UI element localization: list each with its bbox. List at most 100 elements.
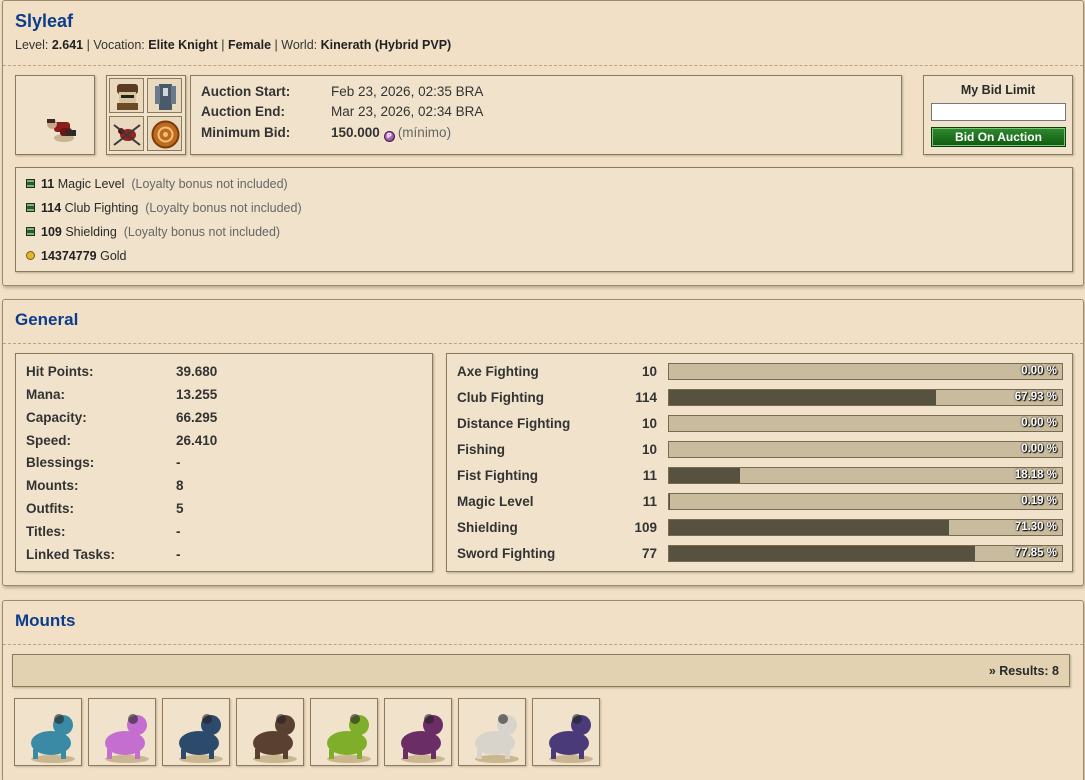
results-count: » Results: 8 [988, 664, 1059, 678]
skill-progress-bar: 0.00 % [668, 441, 1063, 458]
mount-tile[interactable] [236, 698, 304, 766]
skill-name: Axe Fighting [457, 364, 539, 379]
character-level: 2.641 [51, 38, 84, 52]
skill-percent: 77.85 % [1014, 547, 1057, 559]
skill-progress-bar: 71.30 % [668, 519, 1063, 536]
displayed-items [106, 75, 186, 155]
skill-progress-bar: 0.19 % [668, 493, 1063, 510]
skill-percent: 0.00 % [1021, 443, 1057, 455]
skill-row: Club Fighting 114 67.93 % [457, 388, 1063, 408]
item-slot-armor[interactable] [147, 78, 182, 113]
skill-percent: 0.00 % [1021, 417, 1057, 429]
tibia-coin-icon: P [383, 131, 395, 142]
stat-row: Speed: 26.410 [26, 433, 218, 448]
spider-item-icon [113, 124, 141, 146]
mount-tile[interactable] [162, 698, 230, 766]
skill-percent: 18.18 % [1014, 469, 1057, 481]
skill-level: 11 [642, 468, 657, 483]
minimum-bid-note: (mínimo) [397, 125, 452, 140]
item-slot-amulet[interactable] [147, 116, 182, 151]
skill-level: 109 [634, 520, 657, 535]
auction-details: Auction Start: Feb 23, 2026, 02:35 BRA Au… [190, 75, 902, 155]
general-panel: General Hit Points: 39.680 Mana: 13.255 Ca… [2, 299, 1084, 586]
stat-row: Mana: 13.255 [26, 387, 218, 402]
character-info: Level: 2.641 | Vocation: Elite Knight | … [15, 38, 452, 52]
skill-level: 114 [635, 390, 657, 405]
mount-tile[interactable] [14, 698, 82, 766]
character-name[interactable]: Slyleaf [15, 11, 73, 32]
bid-panel: My Bid Limit Bid On Auction [923, 75, 1073, 155]
mount-tile[interactable] [458, 698, 526, 766]
beetle-mount-icon [179, 714, 223, 763]
armor-item-icon [155, 84, 176, 110]
dark-wraith-mount-icon [401, 714, 445, 763]
auction-end-row: Auction End: Mar 23, 2026, 02:34 BRA [201, 104, 484, 119]
skill-level: 10 [641, 416, 657, 431]
bonus-line: 14374779 Gold [26, 249, 127, 263]
stat-row: Titles: - [26, 524, 181, 539]
scorpion-mount-icon [327, 714, 371, 763]
skill-progress-bar: 0.00 % [668, 415, 1063, 432]
skill-percent: 0.00 % [1021, 365, 1057, 377]
item-slot-helmet[interactable] [109, 78, 144, 113]
skill-progress-fill [669, 546, 975, 561]
minimum-bid-row: Minimum Bid: 150.000 P (mínimo) [201, 125, 452, 142]
bonus-line: 109 Shielding (Loyalty bonus not include… [26, 225, 280, 239]
auction-panel: Slyleaf Level: 2.641 | Vocation: Elite K… [2, 0, 1084, 286]
gold-icon [26, 251, 35, 260]
mount-tile[interactable] [88, 698, 156, 766]
skill-icon [26, 227, 35, 236]
skill-progress-fill [669, 494, 670, 509]
divider [3, 65, 1083, 66]
white-wolf-mount-icon [475, 714, 519, 763]
bid-on-auction-button[interactable]: Bid On Auction [931, 127, 1066, 147]
skill-progress-fill [669, 520, 950, 535]
skill-percent: 71.30 % [1014, 521, 1057, 533]
stat-row: Mounts: 8 [26, 478, 184, 493]
skill-progress-bar: 67.93 % [668, 389, 1063, 406]
stat-row: Hit Points: 39.680 [26, 364, 218, 379]
stat-row: Capacity: 66.295 [26, 410, 218, 425]
skill-percent: 67.93 % [1014, 391, 1057, 403]
minimum-bid-value: 150.000 [331, 125, 380, 140]
skill-icon [26, 203, 35, 212]
general-stats: Hit Points: 39.680 Mana: 13.255 Capacity: 6… [15, 353, 433, 572]
skill-progress-bar: 0.00 % [668, 363, 1063, 380]
skill-row: Shielding 109 71.30 % [457, 518, 1063, 538]
bonus-line: 11 Magic Level (Loyalty bonus not includ… [26, 177, 288, 191]
skill-percent: 0.19 % [1021, 495, 1057, 507]
bid-limit-input[interactable] [931, 103, 1066, 121]
skill-progress-bar: 77.85 % [668, 545, 1063, 562]
auction-start-value: Feb 23, 2026, 02:35 BRA [331, 84, 484, 99]
skill-progress-bar: 18.18 % [668, 467, 1063, 484]
armored-bear-mount-icon [253, 714, 297, 763]
helmet-item-icon [117, 84, 138, 110]
skill-row: Sword Fighting 77 77.85 % [457, 544, 1063, 564]
mount-tile[interactable] [532, 698, 600, 766]
item-slot-creature[interactable] [109, 116, 144, 151]
skill-row: Distance Fighting 10 0.00 % [457, 414, 1063, 434]
skill-level: 77 [641, 546, 657, 561]
blue-beast-mount-icon [31, 714, 75, 763]
stat-row: Outfits: 5 [26, 501, 184, 516]
skill-name: Club Fighting [457, 390, 544, 405]
amulet-item-icon [151, 120, 180, 149]
skill-name: Sword Fighting [457, 546, 556, 561]
mounts-title: Mounts [15, 611, 76, 630]
stat-row: Blessings: - [26, 455, 181, 470]
skill-icon [26, 179, 35, 188]
bid-limit-label: My Bid Limit [960, 83, 1036, 97]
skill-level: 10 [641, 364, 657, 379]
skill-row: Fishing 10 0.00 % [457, 440, 1063, 460]
skill-name: Shielding [457, 520, 518, 535]
general-title: General [15, 310, 79, 329]
outfit-sprite-icon [47, 119, 76, 142]
skill-name: Fishing [457, 442, 505, 457]
skill-name: Magic Level [457, 494, 534, 509]
mount-tile[interactable] [310, 698, 378, 766]
skill-progress-fill [669, 390, 936, 405]
auction-end-value: Mar 23, 2026, 02:34 BRA [331, 104, 484, 119]
mount-tile[interactable] [384, 698, 452, 766]
pink-spirit-mount-icon [105, 714, 149, 763]
character-world: Kinerath (Hybrid PVP) [320, 38, 452, 52]
